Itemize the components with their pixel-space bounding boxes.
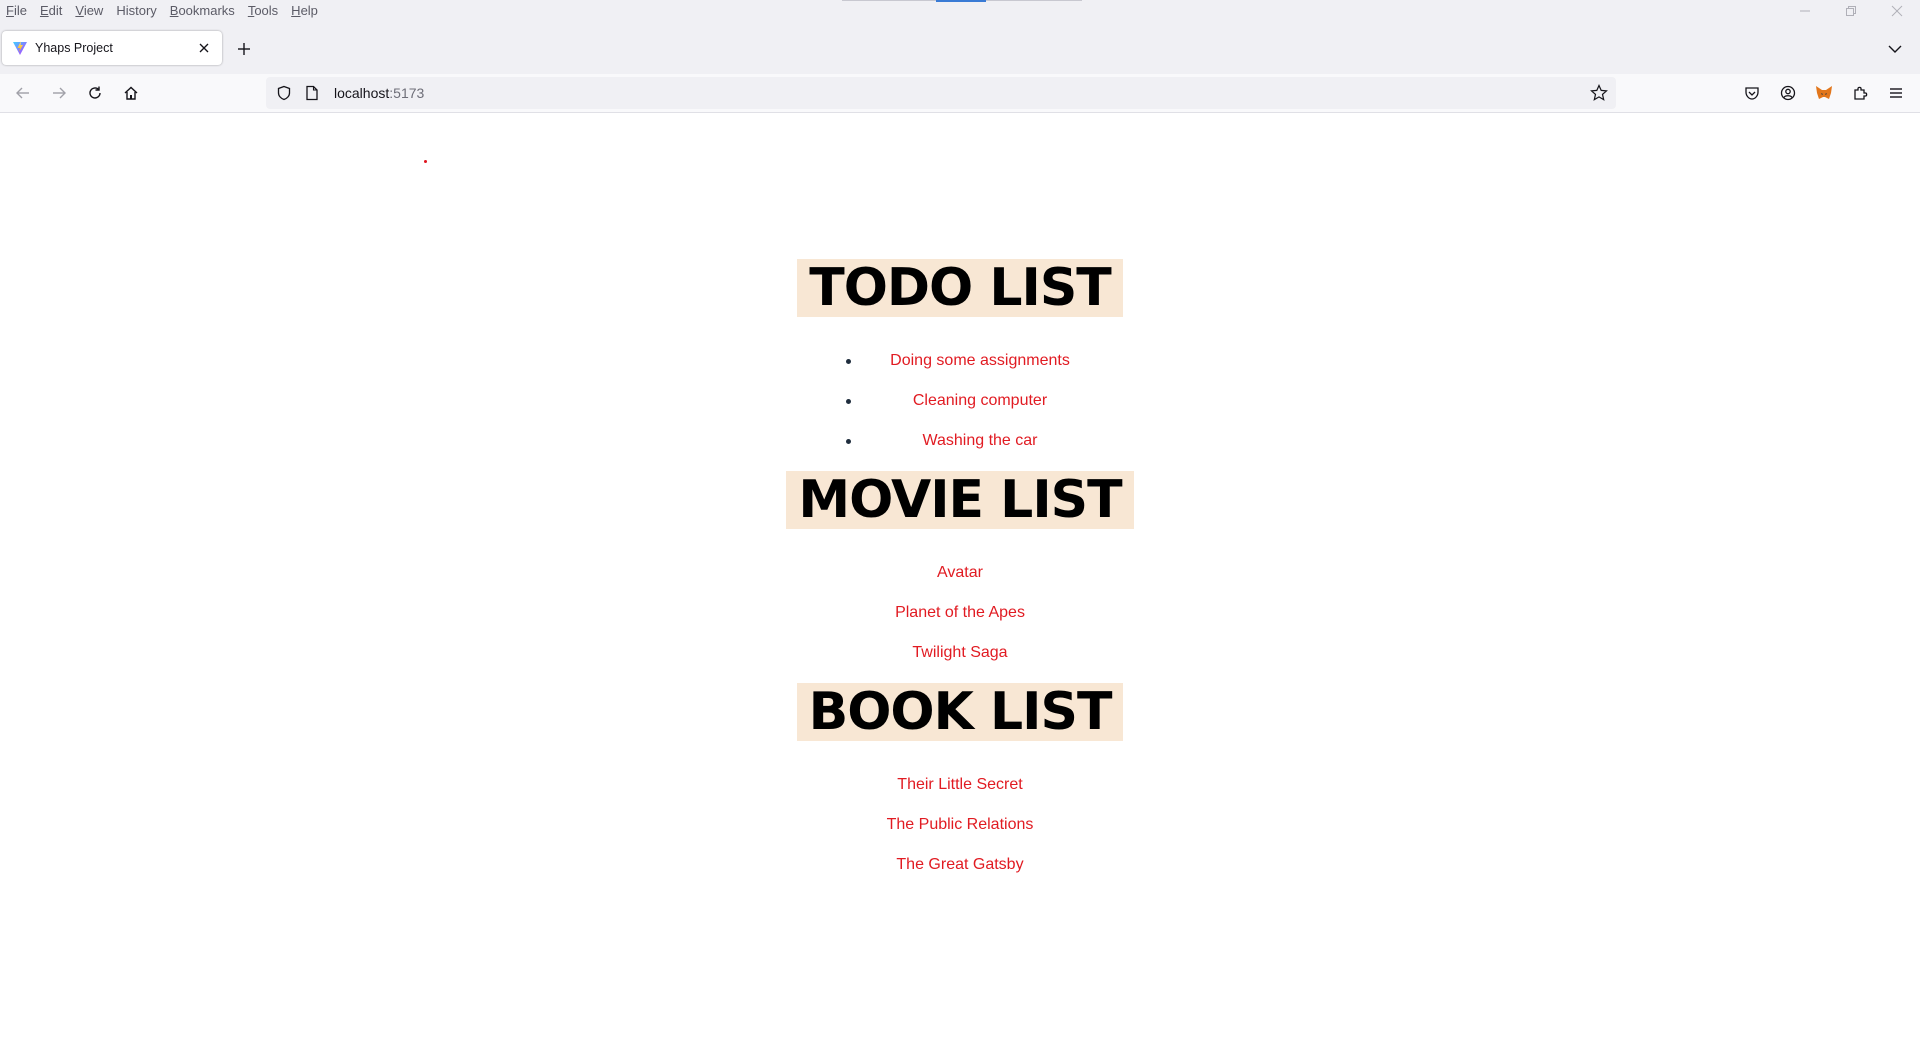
chevron-down-icon [1888,45,1902,53]
page-content: TODO LIST Doing some assignments Cleanin… [0,259,1920,895]
movie-heading-wrap: MOVIE LIST [0,471,1920,529]
hamburger-menu-icon [1890,88,1902,98]
forward-button[interactable] [45,79,73,107]
pocket-icon [1745,87,1759,100]
decorative-dot [424,160,427,163]
list-all-tabs-button[interactable] [1884,38,1906,60]
menu-history[interactable]: History [110,1,163,21]
navigation-toolbar: localhost:5173 [0,74,1920,113]
minimize-icon [1800,10,1810,12]
book-item: The Great Gatsby [896,856,1024,873]
menu-tools[interactable]: Tools [242,1,285,21]
tab-bar: Yhaps Project [0,22,1920,74]
page-viewport: TODO LIST Doing some assignments Cleanin… [0,113,1920,1040]
book-heading-wrap: BOOK LIST [0,683,1920,741]
pocket-button[interactable] [1739,80,1765,106]
todo-heading-wrap: TODO LIST [0,259,1920,317]
account-button[interactable] [1775,80,1801,106]
book-list: Their Little Secret The Public Relations… [0,765,1920,885]
menu-bar: File Edit View History Bookmarks Tools H… [0,0,1920,22]
bookmark-star-button[interactable] [1588,82,1610,104]
reload-icon [89,86,101,99]
star-icon [1590,84,1608,101]
window-controls [1782,0,1920,22]
arrow-left-icon [16,87,29,99]
arrow-right-icon [53,87,66,99]
todo-item: Washing the car [0,421,1920,461]
restore-icon [1846,6,1856,16]
home-button[interactable] [117,79,145,107]
close-icon [199,43,209,53]
menu-bookmarks[interactable]: Bookmarks [164,1,242,21]
menu-view[interactable]: View [69,1,110,21]
book-item: The Public Relations [886,816,1034,833]
movie-item: Twilight Saga [912,644,1008,661]
new-tab-button[interactable] [232,37,256,61]
back-button[interactable] [9,79,37,107]
metamask-extension-button[interactable] [1811,80,1837,106]
vite-logo-icon [11,39,29,57]
movie-heading: MOVIE LIST [786,471,1134,529]
todo-heading: TODO LIST [797,259,1123,317]
account-icon [1780,85,1796,101]
titlebar-indicator [936,0,986,2]
address-bar[interactable]: localhost:5173 [266,77,1616,109]
shield-icon[interactable] [274,83,294,103]
book-heading: BOOK LIST [796,683,1124,741]
puzzle-piece-icon [1854,86,1868,100]
extensions-button[interactable] [1847,80,1873,106]
page-icon[interactable] [302,83,322,103]
todo-item: Doing some assignments [0,341,1920,381]
movie-item: Avatar [937,564,983,581]
menu-help[interactable]: Help [285,1,325,21]
movie-item: Planet of the Apes [895,604,1025,621]
tab-title: Yhaps Project [35,41,113,55]
app-menu-button[interactable] [1883,80,1909,106]
menu-file[interactable]: File [0,1,34,21]
tab-close-button[interactable] [192,36,216,60]
movie-list: Avatar Planet of the Apes Twilight Saga [0,553,1920,673]
plus-icon [238,43,250,55]
close-window-button[interactable] [1874,0,1920,22]
book-item: Their Little Secret [897,776,1023,793]
todo-list: Doing some assignments Cleaning computer… [0,341,1920,461]
reload-button[interactable] [81,79,109,107]
tab-active[interactable]: Yhaps Project [2,31,222,65]
menu-edit[interactable]: Edit [34,1,69,21]
minimize-button[interactable] [1782,0,1828,22]
close-icon [1891,5,1903,17]
restore-button[interactable] [1828,0,1874,22]
todo-item: Cleaning computer [0,381,1920,421]
url-text[interactable]: localhost:5173 [334,85,424,101]
home-icon [124,86,138,100]
metamask-fox-icon [1816,86,1832,99]
